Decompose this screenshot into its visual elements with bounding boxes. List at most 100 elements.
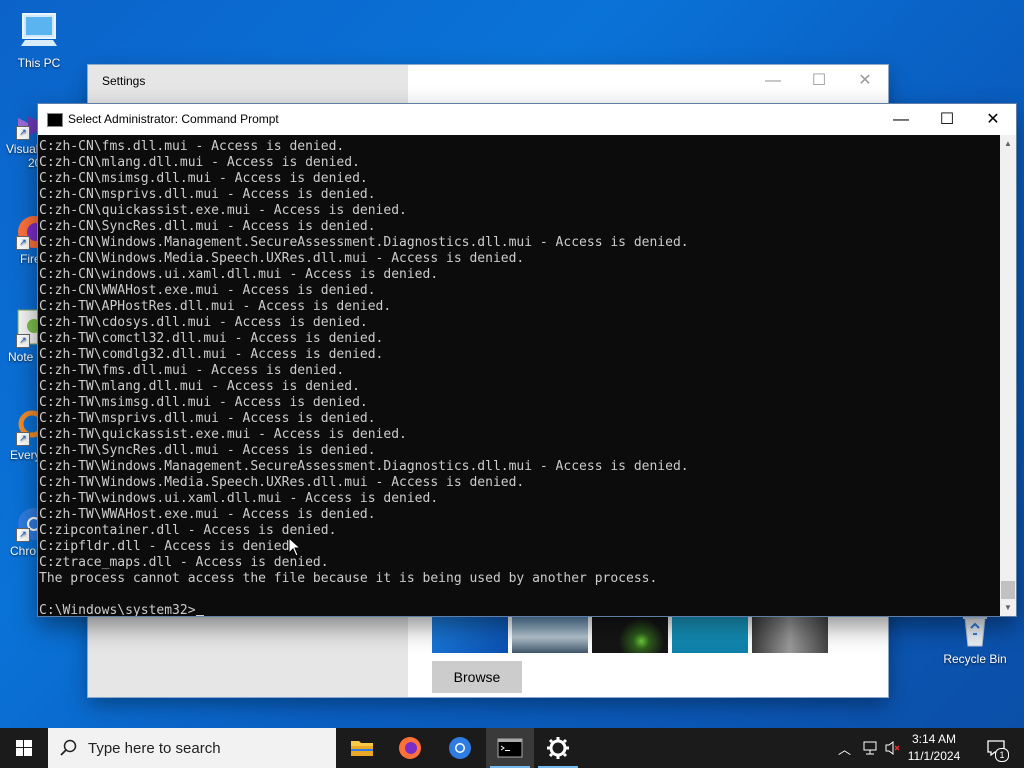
console-line: C:zh-TW\Windows.Management.SecureAssessm… [39, 459, 689, 474]
chrome-icon [449, 737, 471, 759]
desktop-icon-firefox[interactable]: ↗ Fire [0, 212, 50, 266]
firefox-icon: ↗ [14, 212, 50, 250]
browse-button[interactable]: Browse [432, 661, 522, 693]
settings-title: Settings [102, 74, 146, 88]
system-tray: ︿ [836, 728, 904, 768]
cmd-maximize-button[interactable]: ☐ [924, 104, 970, 135]
console-line: C:zh-TW\fms.dll.mui - Access is denied. [39, 363, 345, 378]
console-line: C:zh-TW\WWAHost.exe.mui - Access is deni… [39, 507, 376, 522]
console-line: C:zipfldr.dll - Access is denied. [39, 539, 298, 554]
console-line: C:ztrace_maps.dll - Access is denied. [39, 555, 329, 570]
everything-icon: ↗ [14, 408, 46, 446]
taskbar-command-prompt[interactable] [486, 728, 534, 768]
notepad-icon: ↗ [14, 308, 41, 348]
console-line: C:zh-TW\Windows.Media.Speech.UXRes.dll.m… [39, 475, 525, 490]
visual-studio-icon: ↗ [14, 112, 40, 140]
taskbar: Type here to search ︿ 3:14 AM 11/1/2024 … [0, 728, 1024, 768]
background-thumbnail[interactable] [592, 613, 668, 653]
scroll-down-arrow-icon[interactable]: ▼ [1000, 599, 1016, 616]
console-line: C:zh-CN\msimsg.dll.mui - Access is denie… [39, 171, 368, 186]
start-button[interactable] [0, 728, 48, 768]
chrome-icon: ↗ [14, 504, 50, 542]
desktop-icon-everything[interactable]: ↗ Every [0, 408, 46, 462]
console-line: The process cannot access the file becau… [39, 571, 658, 586]
background-thumbnail[interactable] [752, 613, 828, 653]
desktop-icon-chrome[interactable]: ↗ Chro [0, 504, 50, 558]
desktop-icon-this-pc[interactable]: This PC [4, 10, 74, 70]
settings-titlebar[interactable]: Settings — ☐ ✕ [88, 65, 888, 97]
mouse-pointer-icon [288, 536, 302, 562]
taskbar-search-box[interactable]: Type here to search [48, 728, 336, 768]
shortcut-arrow-icon: ↗ [16, 126, 30, 140]
desktop-icon-visual[interactable]: ↗ Visual 20 [0, 112, 41, 170]
desktop-icon-notepad[interactable]: ↗ Note [0, 308, 41, 364]
windows-logo-icon [16, 740, 32, 756]
cmd-minimize-button[interactable]: — [878, 104, 924, 135]
cmd-title: Select Administrator: Command Prompt [68, 112, 279, 126]
console-line: C:zh-TW\windows.ui.xaml.dll.mui - Access… [39, 491, 439, 506]
network-icon[interactable] [862, 740, 880, 756]
shortcut-arrow-icon: ↗ [16, 334, 30, 348]
volume-muted-icon[interactable] [884, 740, 902, 756]
desktop-icon-recycle-bin[interactable]: Recycle Bin [940, 610, 1010, 666]
settings-minimize-button[interactable]: — [750, 65, 796, 97]
console-line: C:zh-CN\mlang.dll.mui - Access is denied… [39, 155, 360, 170]
console-line: C:zh-TW\mlang.dll.mui - Access is denied… [39, 379, 360, 394]
console-line: C:zh-CN\Windows.Media.Speech.UXRes.dll.m… [39, 251, 525, 266]
shortcut-arrow-icon: ↗ [16, 528, 30, 542]
desktop-icon-label: Recycle Bin [943, 652, 1007, 666]
taskbar-firefox[interactable] [386, 728, 434, 768]
background-thumbnail[interactable] [672, 613, 748, 653]
scroll-thumb[interactable] [1001, 581, 1015, 599]
shortcut-arrow-icon: ↗ [16, 432, 30, 446]
taskbar-chrome[interactable] [436, 728, 484, 768]
console-line: C:zh-CN\fms.dll.mui - Access is denied. [39, 139, 345, 154]
console-line: C:zh-CN\quickassist.exe.mui - Access is … [39, 203, 407, 218]
console-line: C:zh-TW\msimsg.dll.mui - Access is denie… [39, 395, 368, 410]
settings-close-button[interactable]: ✕ [842, 65, 888, 97]
cmd-scrollbar[interactable]: ▲ ▼ [1000, 135, 1016, 616]
console-line: C:zh-CN\msprivs.dll.mui - Access is deni… [39, 187, 376, 202]
chevron-up-icon[interactable]: ︿ [838, 739, 851, 758]
monitor-icon [17, 10, 61, 54]
console-line: C:zh-TW\quickassist.exe.mui - Access is … [39, 427, 407, 442]
console-line: C:zh-CN\windows.ui.xaml.dll.mui - Access… [39, 267, 439, 282]
console-line: C:zh-TW\msprivs.dll.mui - Access is deni… [39, 411, 376, 426]
search-icon [60, 739, 77, 756]
taskbar-settings[interactable] [534, 728, 582, 768]
recycle-bin-icon [955, 610, 995, 650]
console-line: C:zh-CN\SyncRes.dll.mui - Access is deni… [39, 219, 376, 234]
taskbar-clock[interactable]: 3:14 AM 11/1/2024 [904, 731, 964, 765]
console-line: C:zh-CN\Windows.Management.SecureAssessm… [39, 235, 689, 250]
notification-center-button[interactable]: 1 [978, 728, 1018, 768]
background-thumbnail[interactable] [432, 613, 508, 653]
cmd-close-button[interactable]: ✕ [970, 104, 1016, 135]
scroll-up-arrow-icon[interactable]: ▲ [1000, 135, 1016, 152]
console-line: C:zh-TW\APHostRes.dll.mui - Access is de… [39, 299, 392, 314]
folder-icon [351, 741, 373, 756]
desktop-icon-label: Fire [20, 252, 41, 266]
desktop-icon-label: Note [8, 350, 34, 364]
console-line: C:zh-TW\cdosys.dll.mui - Access is denie… [39, 315, 368, 330]
command-prompt-window[interactable]: Select Administrator: Command Prompt — ☐… [38, 104, 1016, 616]
terminal-icon [497, 738, 523, 758]
settings-maximize-button[interactable]: ☐ [796, 65, 842, 97]
console-output[interactable]: C:zh-CN\fms.dll.mui - Access is denied. C… [38, 135, 1000, 616]
clock-time: 3:14 AM [911, 732, 957, 746]
clock-date: 11/1/2024 [907, 749, 961, 763]
text-caret [195, 615, 204, 616]
desktop-icon-label: Visual [6, 142, 39, 156]
shortcut-arrow-icon: ↗ [16, 236, 30, 250]
cmd-titlebar[interactable]: Select Administrator: Command Prompt — ☐… [38, 104, 1016, 135]
console-line: C:zh-TW\SyncRes.dll.mui - Access is deni… [39, 443, 376, 458]
background-thumbnail[interactable] [512, 613, 588, 653]
desktop-icon-label: This PC [17, 56, 61, 70]
console-line: C:zh-TW\comctl32.dll.mui - Access is den… [39, 331, 384, 346]
desktop-icon-label: Chro [10, 544, 37, 558]
search-placeholder: Type here to search [88, 740, 221, 757]
desktop-icon-label: Every [10, 448, 41, 462]
taskbar-file-explorer[interactable] [338, 728, 386, 768]
console-line: C:\Windows\system32> [39, 603, 204, 616]
notification-badge: 1 [995, 748, 1009, 762]
console-line: C:zh-CN\WWAHost.exe.mui - Access is deni… [39, 283, 376, 298]
